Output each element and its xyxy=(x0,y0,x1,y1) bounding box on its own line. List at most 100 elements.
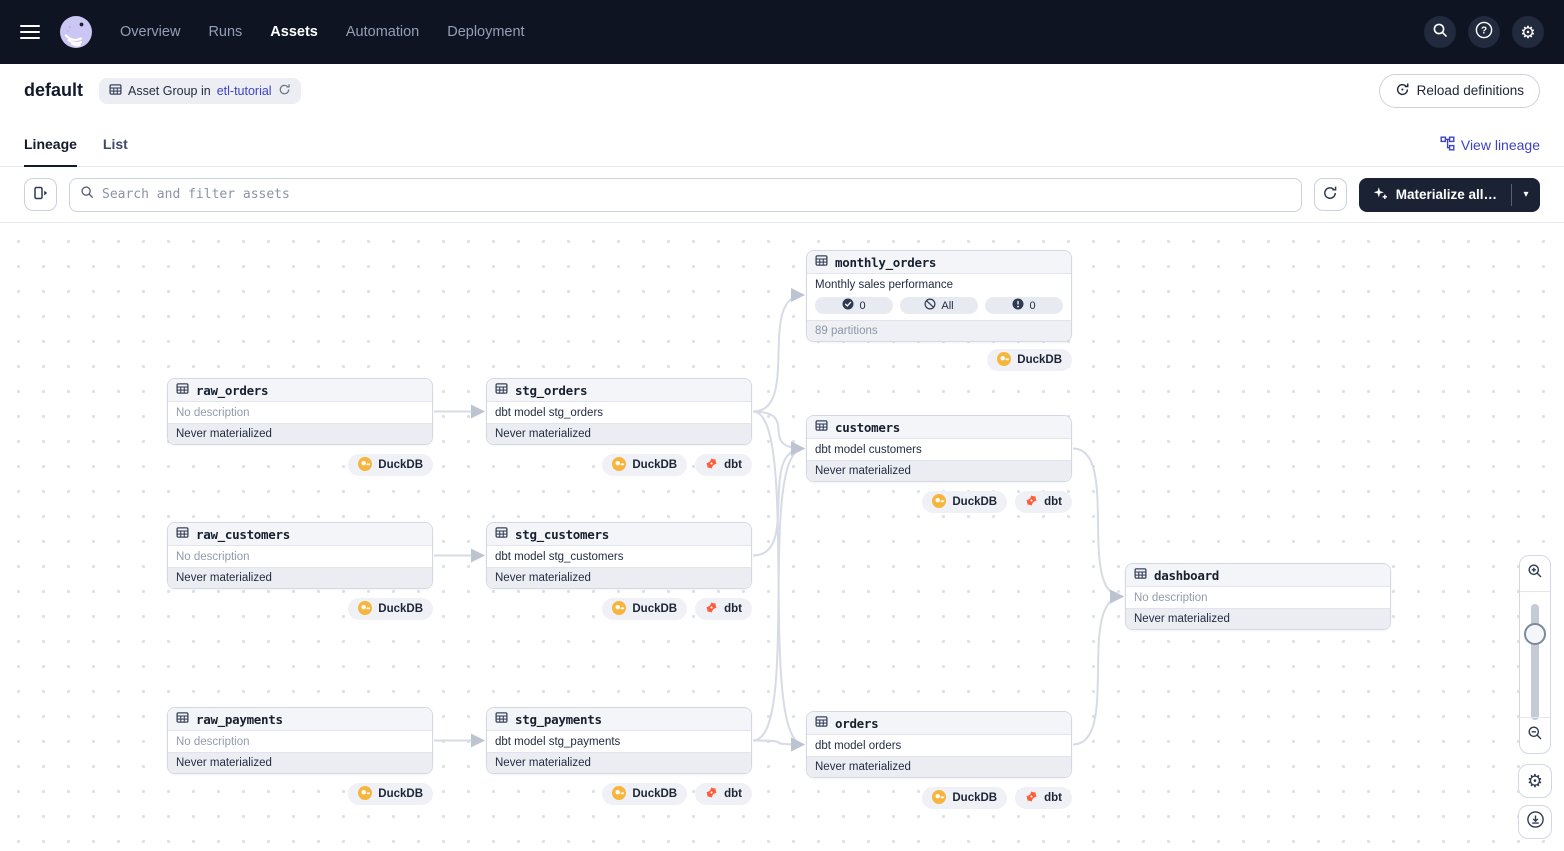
nav-item-assets[interactable]: Assets xyxy=(270,24,318,40)
table-icon xyxy=(495,382,508,398)
tag-duckdb[interactable]: DuckDB xyxy=(987,349,1072,371)
settings-button[interactable]: ⚙ xyxy=(1512,16,1544,48)
materialize-all-button[interactable]: Materialize all… xyxy=(1359,178,1511,212)
dbt-icon xyxy=(705,786,718,802)
dagster-logo[interactable] xyxy=(58,14,94,50)
zoom-panel xyxy=(1519,555,1551,754)
asset-name: stg_payments xyxy=(515,712,602,727)
asset-tags-stg_orders: DuckDB dbt xyxy=(486,454,752,476)
asset-node-dashboard[interactable]: dashboard No descriptionNever materializ… xyxy=(1125,563,1391,630)
tag-duckdb[interactable]: DuckDB xyxy=(348,598,433,620)
tag-duckdb[interactable]: DuckDB xyxy=(602,598,687,620)
asset-footer-status: Never materialized xyxy=(168,567,432,588)
reload-definitions-button[interactable]: Reload definitions xyxy=(1379,74,1540,108)
asset-node-customers[interactable]: customers dbt model customersNever mater… xyxy=(806,415,1072,482)
asset-group-badge: Asset Group in etl-tutorial xyxy=(99,78,301,104)
asset-group-label: Asset Group in xyxy=(128,84,211,98)
asset-node-header: monthly_orders xyxy=(807,251,1071,274)
asset-name: monthly_orders xyxy=(835,255,936,270)
tag-duckdb[interactable]: DuckDB xyxy=(602,783,687,805)
tab-list[interactable]: List xyxy=(103,136,128,166)
tag-dbt[interactable]: dbt xyxy=(1015,491,1072,513)
gear-icon: ⚙ xyxy=(1527,772,1543,790)
tag-duckdb[interactable]: DuckDB xyxy=(922,787,1007,809)
gear-icon: ⚙ xyxy=(1520,24,1535,41)
refresh-icon xyxy=(1322,185,1338,204)
asset-node-stg_customers[interactable]: stg_customers dbt model stg_customersNev… xyxy=(486,522,752,589)
svg-text:?: ? xyxy=(1481,25,1487,36)
table-icon xyxy=(495,711,508,727)
asset-footer-status: Never materialized xyxy=(487,567,751,588)
table-icon xyxy=(176,711,189,727)
page-title: default xyxy=(24,80,83,101)
asset-tags-raw_orders: DuckDB xyxy=(167,454,433,476)
asset-node-orders[interactable]: orders dbt model ordersNever materialize… xyxy=(806,711,1072,778)
status-badge[interactable]: 0 xyxy=(815,297,893,314)
status-badge[interactable]: All xyxy=(900,297,978,314)
asset-tags-orders: DuckDB dbt xyxy=(806,787,1072,809)
nav-item-deployment[interactable]: Deployment xyxy=(447,24,524,40)
asset-node-stg_orders[interactable]: stg_orders dbt model stg_ordersNever mat… xyxy=(486,378,752,445)
download-view-button[interactable] xyxy=(1518,805,1552,839)
tag-dbt[interactable]: dbt xyxy=(695,454,752,476)
search-input[interactable] xyxy=(102,187,1291,202)
asset-name: raw_orders xyxy=(196,383,268,398)
checks-icon xyxy=(924,298,936,313)
duckdb-icon xyxy=(358,601,372,618)
asset-node-header: dashboard xyxy=(1126,564,1390,587)
nav-item-overview[interactable]: Overview xyxy=(120,24,180,40)
asset-node-header: stg_customers xyxy=(487,523,751,546)
asset-node-monthly_orders[interactable]: monthly_orders Monthly sales performance… xyxy=(806,250,1072,342)
tag-dbt[interactable]: dbt xyxy=(695,783,752,805)
asset-tags-raw_customers: DuckDB xyxy=(167,598,433,620)
search-button[interactable] xyxy=(1424,16,1456,48)
table-icon xyxy=(815,254,828,270)
lineage-canvas[interactable]: monthly_orders Monthly sales performance… xyxy=(0,223,1564,850)
tag-duckdb[interactable]: DuckDB xyxy=(348,783,433,805)
zoom-slider-track[interactable] xyxy=(1531,604,1539,720)
zoom-in-button[interactable] xyxy=(1520,556,1550,592)
nav-item-runs[interactable]: Runs xyxy=(208,24,242,40)
tag-dbt[interactable]: dbt xyxy=(1015,787,1072,809)
nav-item-automation[interactable]: Automation xyxy=(346,24,419,40)
tag-duckdb[interactable]: DuckDB xyxy=(922,491,1007,513)
refresh-button[interactable] xyxy=(1314,178,1347,211)
dbt-icon xyxy=(705,457,718,473)
asset-footer-status: Never materialized xyxy=(1126,608,1390,629)
asset-node-raw_customers[interactable]: raw_customers No descriptionNever materi… xyxy=(167,522,433,589)
materialize-all-split-button: Materialize all… ▾ xyxy=(1359,178,1540,212)
help-button[interactable]: ? xyxy=(1468,16,1500,48)
zoom-slider-handle[interactable] xyxy=(1524,623,1546,645)
status-badge[interactable]: 0 xyxy=(985,297,1063,314)
tag-duckdb[interactable]: DuckDB xyxy=(348,454,433,476)
asset-node-stg_payments[interactable]: stg_payments dbt model stg_paymentsNever… xyxy=(486,707,752,774)
toggle-sidebar-button[interactable] xyxy=(24,178,57,211)
hamburger-menu-icon[interactable] xyxy=(20,25,40,39)
duckdb-icon xyxy=(932,494,946,511)
asset-footer-status: 89 partitions xyxy=(807,320,1071,341)
tag-dbt[interactable]: dbt xyxy=(695,598,752,620)
materialize-dropdown-button[interactable]: ▾ xyxy=(1512,178,1540,212)
asset-node-raw_payments[interactable]: raw_payments No descriptionNever materia… xyxy=(167,707,433,774)
tab-lineage[interactable]: Lineage xyxy=(24,136,77,166)
code-location-link[interactable]: etl-tutorial xyxy=(217,84,272,98)
table-icon xyxy=(815,419,828,435)
duckdb-icon xyxy=(997,352,1011,369)
duckdb-icon xyxy=(612,601,626,618)
graph-settings-button[interactable]: ⚙ xyxy=(1518,764,1552,798)
asset-node-header: raw_payments xyxy=(168,708,432,731)
tag-duckdb[interactable]: DuckDB xyxy=(602,454,687,476)
zoom-out-button[interactable] xyxy=(1520,717,1550,753)
asset-tags-stg_payments: DuckDB dbt xyxy=(486,783,752,805)
asset-description: No description xyxy=(168,402,432,423)
asset-group-icon xyxy=(109,83,122,99)
table-icon xyxy=(1134,567,1147,583)
asset-node-raw_orders[interactable]: raw_orders No descriptionNever materiali… xyxy=(167,378,433,445)
search-icon xyxy=(1432,22,1448,43)
table-icon xyxy=(495,526,508,542)
asset-name: stg_customers xyxy=(515,527,609,542)
asset-status-badges: 0 All 0 xyxy=(807,295,1071,320)
asset-name: stg_orders xyxy=(515,383,587,398)
view-lineage-link[interactable]: View lineage xyxy=(1440,136,1540,166)
materialized-count-icon xyxy=(842,298,854,313)
